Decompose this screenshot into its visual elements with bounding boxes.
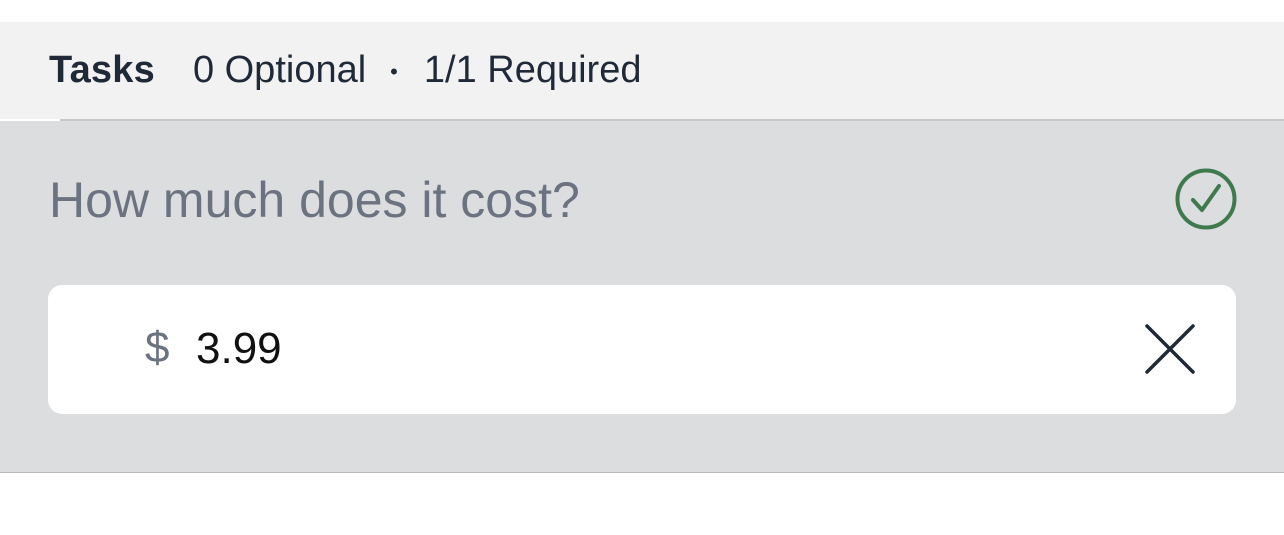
clear-button[interactable] bbox=[1140, 319, 1200, 379]
tasks-title: Tasks bbox=[49, 49, 155, 91]
check-circle-icon bbox=[1175, 168, 1237, 230]
separator-dot: • bbox=[390, 58, 398, 84]
close-icon bbox=[1145, 324, 1195, 374]
task-card: How much does it cost? $ bbox=[0, 121, 1284, 473]
task-screen: Tasks 0 Optional • 1/1 Required How much… bbox=[0, 0, 1284, 535]
task-question: How much does it cost? bbox=[49, 172, 580, 228]
price-input[interactable] bbox=[196, 309, 1136, 389]
answer-field-container[interactable]: $ bbox=[48, 285, 1236, 414]
required-count: 1/1 Required bbox=[423, 49, 642, 91]
optional-count: 0 Optional bbox=[192, 49, 367, 91]
tasks-header: Tasks 0 Optional • 1/1 Required bbox=[0, 22, 1284, 119]
currency-symbol: $ bbox=[145, 323, 170, 372]
